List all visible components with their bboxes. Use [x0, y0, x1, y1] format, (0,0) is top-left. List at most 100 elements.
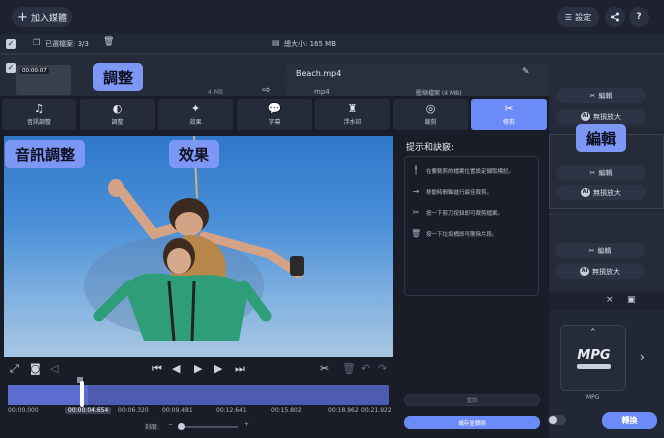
tab-trim[interactable]: ✂ 修剪: [471, 99, 547, 130]
step-forward-icon[interactable]: ▶: [214, 363, 222, 375]
reset-label: 重設: [466, 398, 478, 404]
effects-callout: 效果: [169, 140, 219, 168]
ai-icon: AI: [580, 267, 589, 276]
settings-label: 設定: [575, 12, 592, 22]
tab-watermark-label: 浮水印: [343, 119, 362, 126]
playhead[interactable]: [80, 381, 84, 407]
step-back-icon[interactable]: ◀: [172, 363, 180, 375]
current-time-label: 00:00:04.654: [65, 407, 112, 414]
output-format-card[interactable]: ⌃ MPG: [560, 325, 626, 391]
save-close-button[interactable]: 儲存並關閉: [404, 416, 540, 429]
tab-subtitles-label: 字幕: [268, 119, 281, 126]
timeline-ticks: 00:00.000 00:00:04.654 00:06.320 00:09.4…: [0, 407, 393, 417]
play-icon[interactable]: ▶: [194, 363, 202, 375]
tick-label: 00:09.481: [162, 407, 193, 414]
pencil-icon[interactable]: ✎: [522, 67, 530, 77]
volume-icon[interactable]: ◁: [50, 363, 58, 375]
timeline-track[interactable]: [8, 385, 389, 405]
tips-title: 提示和訣竅:: [406, 143, 455, 153]
total-size-label: 總大小: 165 MB: [284, 40, 337, 48]
video-thumbnail[interactable]: 00:00:07: [16, 65, 71, 95]
adjust-callout: 調整: [93, 63, 143, 91]
edit-button[interactable]: ✂ 編輯: [556, 165, 646, 180]
tab-effects[interactable]: ✦ 效果: [158, 99, 233, 130]
ai-upscale-label: 無損放大: [593, 112, 621, 121]
scissors-icon: ✂: [589, 168, 596, 177]
zoom-out-button[interactable]: −: [168, 421, 173, 428]
tab-adjust[interactable]: ◐ 調整: [80, 99, 155, 130]
video-preview[interactable]: [4, 136, 393, 357]
tab-audio[interactable]: ♫ 音訊調整: [2, 99, 76, 130]
redo-icon[interactable]: ↷: [378, 363, 387, 375]
edit-button[interactable]: ✂ 編輯: [556, 88, 646, 103]
convert-label: 轉換: [621, 416, 638, 425]
reset-button[interactable]: 重設: [404, 394, 540, 406]
list-item: ✂ 編輯 AI 無損放大: [549, 214, 664, 289]
ai-upscale-button[interactable]: AI 無損放大: [555, 264, 645, 279]
ai-icon: AI: [581, 112, 590, 121]
marker-icon: ╿: [413, 166, 419, 175]
tick-label: 00:12.641: [216, 407, 247, 414]
zoom-in-button[interactable]: +: [244, 421, 249, 428]
tab-subtitles[interactable]: 💬 字幕: [237, 99, 312, 130]
effects-callout-label: 效果: [178, 145, 209, 164]
format-toolbar: × ▣: [549, 292, 664, 310]
trash-icon[interactable]: 🗑: [342, 363, 356, 375]
size-label: 4 MB: [208, 89, 224, 96]
skydiving-frame: [84, 136, 304, 342]
editor-tabs: ♫ 音訊調整 ◐ 調整 ✦ 效果 💬 字幕 ♜ 浮水印 ◎ 裁剪 ✂ 修剪: [0, 96, 549, 130]
tips-list: ╿ 在要裁剪的檔案位置設定擷取標記。 → 移動時間軸進行最佳裁剪。 ✂ 按一下剪…: [404, 156, 539, 296]
folder-icon[interactable]: ▣: [627, 295, 636, 305]
help-label: ?: [636, 12, 642, 22]
scissors-icon: ✂: [588, 246, 595, 255]
add-media-button[interactable]: + 加入媒體: [12, 7, 72, 27]
scissors-icon: ✂: [504, 102, 514, 115]
tick-label: 00:00.000: [8, 407, 39, 414]
share-button[interactable]: [605, 7, 625, 27]
tab-trim-label: 修剪: [502, 119, 515, 126]
audio-callout: 音訊調整: [5, 140, 85, 168]
tab-effects-label: 效果: [189, 119, 202, 126]
share-icon: [611, 12, 619, 22]
format-name: MPG: [577, 348, 611, 363]
files-icon: ❐: [33, 38, 41, 47]
trash-icon[interactable]: 🗑: [103, 37, 114, 47]
stamp-icon: ♜: [347, 102, 358, 115]
camera-icon[interactable]: ◙: [30, 363, 41, 375]
convert-button[interactable]: 轉換: [602, 412, 657, 429]
file-checkbox[interactable]: ✓: [6, 63, 16, 73]
tab-crop-label: 裁剪: [424, 119, 437, 126]
tab-crop[interactable]: ◎ 裁剪: [393, 99, 468, 130]
mpg-format-logo: MPG: [571, 348, 617, 372]
chevron-right-icon[interactable]: ›: [640, 350, 645, 364]
ai-icon: AI: [581, 188, 590, 197]
toggle-switch[interactable]: [548, 415, 566, 425]
magic-wand-icon: ✦: [190, 102, 201, 115]
sliders-icon: ☰: [564, 12, 573, 22]
ai-upscale-button[interactable]: AI 無損放大: [556, 185, 646, 200]
ai-upscale-button[interactable]: AI 無損放大: [556, 109, 646, 124]
zoom-slider-handle[interactable]: [178, 423, 185, 430]
tip-item: 🗑 按一下垃圾桶即可刪除片段。: [411, 230, 539, 239]
skip-end-icon[interactable]: ⏭: [235, 363, 245, 375]
playback-controls: ⤢ ◙ ◁ ⏮ ◀ ▶ ▶ ⏭ ✂ 🗑 ↶ ↷: [4, 358, 393, 380]
tab-watermark[interactable]: ♜ 浮水印: [315, 99, 390, 130]
ai-upscale-label: 無損放大: [593, 188, 621, 197]
tip-text: 按一下垃圾桶即可刪除片段。: [426, 232, 498, 238]
chevron-up-icon: ⌃: [589, 328, 597, 338]
file-selection-bar: ✓ ❐ 已選檔案: 3/3 🗑 ▤ 總大小: 165 MB: [0, 34, 664, 54]
top-toolbar: + 加入媒體 ☰ 設定 ?: [0, 0, 664, 34]
edit-button[interactable]: ✂ 編輯: [555, 243, 645, 258]
close-icon[interactable]: ×: [606, 295, 614, 305]
audio-callout-label: 音訊調整: [14, 145, 75, 164]
undo-icon[interactable]: ↶: [361, 363, 370, 375]
fullscreen-icon[interactable]: ⤢: [10, 363, 19, 375]
zoom-slider[interactable]: [178, 426, 238, 428]
skip-start-icon[interactable]: ⏮: [152, 363, 162, 375]
format-label: MPG: [586, 394, 600, 401]
select-all-checkbox[interactable]: ✓: [6, 39, 16, 49]
help-button[interactable]: ?: [629, 7, 649, 27]
settings-button[interactable]: ☰ 設定: [557, 7, 599, 27]
scissors-icon[interactable]: ✂: [320, 363, 329, 375]
format-label: mp4: [314, 88, 330, 96]
